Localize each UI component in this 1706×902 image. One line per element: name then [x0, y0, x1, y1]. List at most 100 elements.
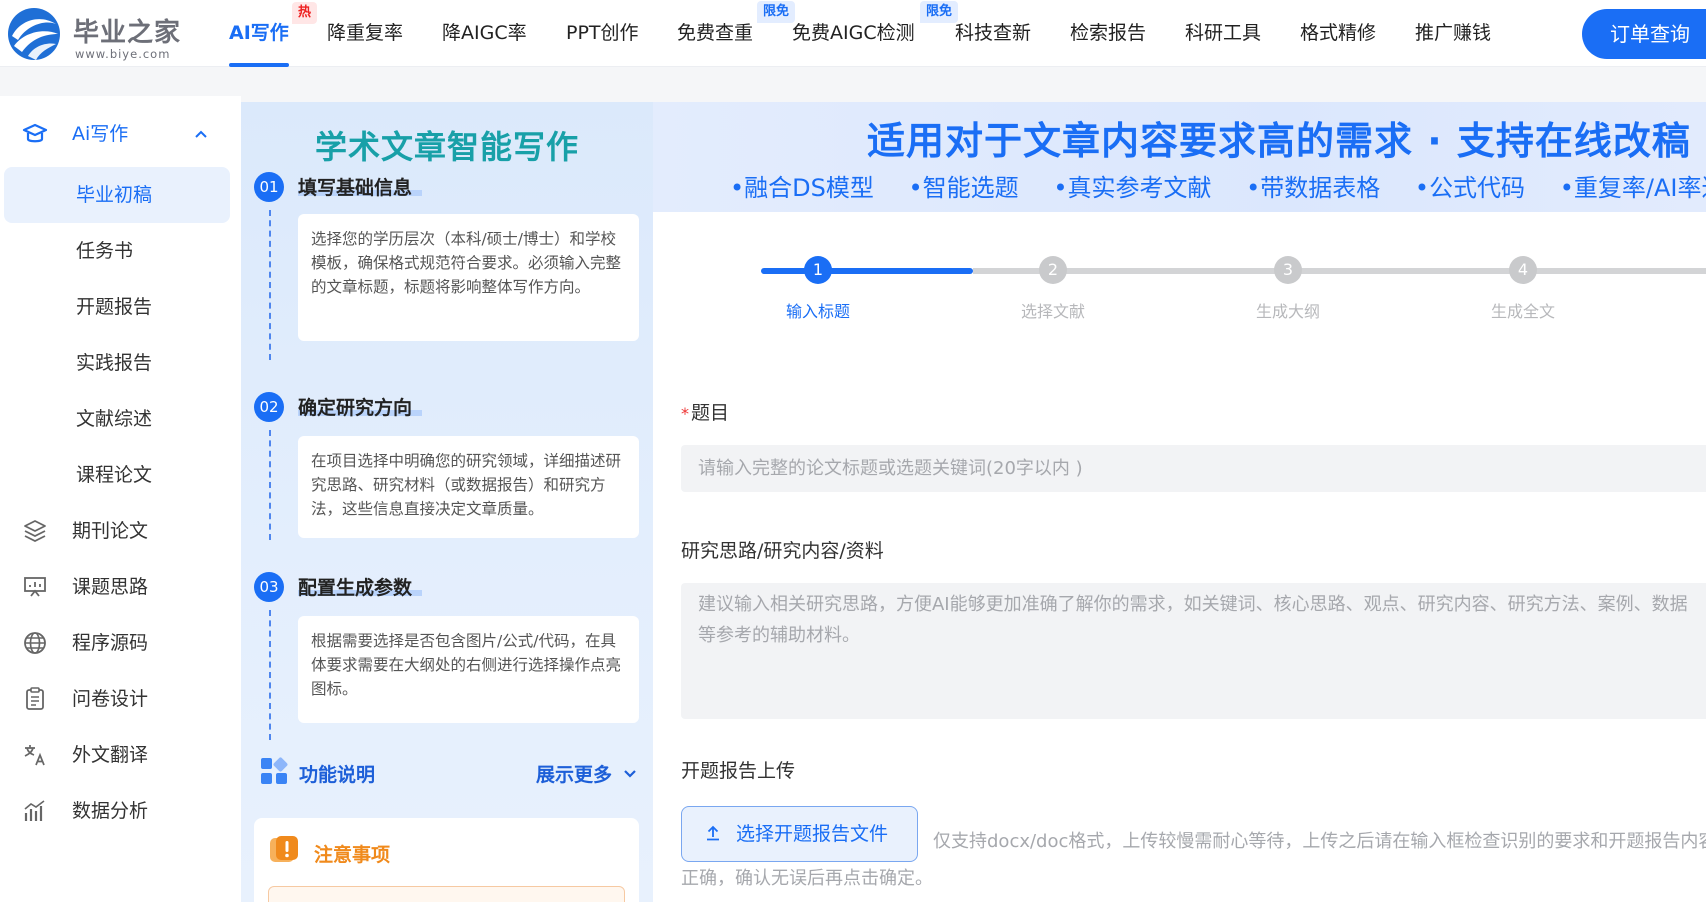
sidebar-label: 问卷设计	[72, 688, 149, 710]
nav-ppt[interactable]: PPT创作	[566, 0, 639, 67]
notice-content-box	[268, 886, 625, 902]
notice-title: 注意事项	[314, 844, 391, 866]
step-label-fulltext: 生成全文	[1490, 302, 1555, 321]
step-description: 在项目选择中明确您的研究领域，详细描述研究思路、研究材料（或数据报告）和研究方法…	[298, 436, 639, 538]
nav-novelty-search[interactable]: 科技查新	[955, 0, 1031, 67]
step-label-title: 输入标题	[785, 302, 850, 321]
order-query-button[interactable]: 订单查询	[1582, 9, 1706, 59]
sidebar-label: 数据分析	[72, 800, 149, 822]
sidebar-ai-writing-group[interactable]: Ai写作	[0, 106, 241, 162]
nav-reduce-aigc[interactable]: 降AIGC率	[442, 0, 527, 67]
step-dot-2: 2	[1039, 256, 1067, 284]
graduation-cap-icon	[22, 123, 48, 143]
nav-search-report[interactable]: 检索报告	[1070, 0, 1146, 67]
warning-icon	[270, 836, 298, 862]
nav-free-aigc-check[interactable]: 免费AIGC检测	[792, 0, 915, 67]
feature-item: •融合DS模型	[730, 174, 874, 202]
upload-icon	[707, 825, 719, 841]
show-more-link[interactable]: 展示更多	[536, 760, 612, 787]
step-number: 01	[254, 172, 284, 202]
guide-title: 学术文章智能写作	[314, 128, 579, 166]
free-badge-aigc: 限免	[920, 1, 959, 23]
nav-active-indicator	[229, 63, 289, 67]
feature-item: •重复率/AI率达标	[1559, 174, 1706, 202]
progress-done-segment	[761, 268, 973, 274]
step-connector	[269, 610, 271, 740]
sidebar-item-literature-review[interactable]: 文献综述	[0, 391, 241, 447]
step-title: 配置生成参数	[298, 577, 413, 599]
step-label-references: 选择文献	[1020, 302, 1085, 321]
feature-item: •智能选题	[908, 174, 1019, 202]
step-description: 根据需要选择是否包含图片/公式/代码，在具体要求需要在大纲处的右侧进行选择操作点…	[298, 616, 639, 723]
feature-item: •公式代码	[1414, 174, 1526, 202]
research-textarea[interactable]: 建议输入相关研究思路，方便AI能够更加准确了解你的需求，如关键词、核心思路、观点…	[681, 583, 1706, 719]
sidebar-item-translation[interactable]: 外文翻译	[0, 727, 241, 783]
step-connector	[269, 210, 271, 360]
step-dot-3: 3	[1274, 256, 1302, 284]
progress-pending-segment	[973, 268, 1706, 274]
nav-research-tools[interactable]: 科研工具	[1185, 0, 1261, 67]
sidebar: Ai写作 毕业初稿 任务书 开题报告 实践报告 文献综述 课程论文 期刊论文 课…	[0, 96, 241, 902]
title-input[interactable]: 请输入完整的论文标题或选题关键词(20字以内 )	[681, 445, 1706, 492]
step-title: 确定研究方向	[298, 397, 413, 419]
sidebar-item-source-code[interactable]: 程序源码	[0, 615, 241, 671]
feature-item: •真实参考文献	[1053, 174, 1212, 202]
logo[interactable]: 毕业之家 www.biye.com	[6, 6, 206, 62]
required-mark: *	[681, 404, 689, 423]
title-field-label: * 题目	[681, 398, 729, 425]
step-number: 03	[254, 572, 284, 602]
upload-button-label: 选择开题报告文件	[736, 823, 889, 845]
step-description: 选择您的学历层次（本科/硕士/博士）和学校模板，确保格式规范符合要求。必须输入完…	[298, 214, 639, 341]
hot-badge: 热	[292, 2, 318, 24]
step-dot-1: 1	[804, 256, 832, 284]
banner-title: 适用对于文章内容要求高的需求 · 支持在线改稿	[867, 119, 1691, 163]
brand-name: 毕业之家	[73, 18, 182, 48]
main-content: 适用对于文章内容要求高的需求 · 支持在线改稿 •融合DS模型 •智能选题 •真…	[653, 102, 1706, 902]
chevron-up-icon	[195, 130, 207, 138]
writing-guide-panel: 学术文章智能写作 01 填写基础信息 选择您的学历层次（本科/硕士/博士）和学校…	[241, 102, 653, 902]
brand-url: www.biye.com	[75, 47, 171, 61]
step-connector	[269, 430, 271, 540]
nav-reduce-duplicate[interactable]: 降重复率	[327, 0, 403, 67]
sidebar-item-task-book[interactable]: 任务书	[0, 223, 241, 279]
sidebar-group-label: Ai写作	[72, 123, 129, 145]
step-dot-4: 4	[1509, 256, 1537, 284]
step-title: 填写基础信息	[298, 177, 413, 199]
banner-feature-list: •融合DS模型 •智能选题 •真实参考文献 •带数据表格 •公式代码 •重复率/…	[730, 168, 1706, 203]
sidebar-item-first-draft[interactable]: 毕业初稿	[4, 167, 230, 223]
presentation-board-icon	[24, 577, 46, 597]
nav-ai-writing[interactable]: AI写作	[229, 0, 289, 67]
sidebar-label: 课题思路	[72, 576, 149, 598]
sidebar-item-practice-report[interactable]: 实践报告	[0, 335, 241, 391]
sidebar-item-data-analysis[interactable]: 数据分析	[0, 783, 241, 839]
sidebar-item-proposal[interactable]: 开题报告	[0, 279, 241, 335]
title-label-text: 题目	[691, 402, 730, 424]
chevron-down-icon[interactable]	[622, 766, 638, 782]
sidebar-label: 外文翻译	[72, 744, 149, 766]
notice-card: 注意事项	[254, 818, 639, 902]
apps-grid-icon	[261, 757, 288, 784]
logo-globe-icon	[8, 8, 60, 60]
sidebar-item-questionnaire[interactable]: 问卷设计	[0, 671, 241, 727]
clipboard-icon	[26, 687, 44, 710]
nav-format-polish[interactable]: 格式精修	[1300, 0, 1376, 67]
step-label-outline: 生成大纲	[1255, 302, 1320, 321]
function-description-title: 功能说明	[299, 764, 376, 786]
sidebar-item-topic-ideas[interactable]: 课题思路	[0, 559, 241, 615]
bar-chart-icon	[24, 800, 45, 821]
sidebar-label: 期刊论文	[72, 520, 149, 542]
sidebar-item-journal-paper[interactable]: 期刊论文	[0, 503, 241, 559]
upload-proposal-button[interactable]: 选择开题报告文件	[681, 806, 918, 862]
translate-icon	[24, 745, 45, 766]
layers-icon	[24, 520, 46, 543]
sidebar-label: 程序源码	[72, 632, 149, 654]
step-number: 02	[254, 392, 284, 422]
globe-icon	[24, 632, 46, 654]
nav-referral[interactable]: 推广赚钱	[1415, 0, 1491, 67]
nav-free-check[interactable]: 免费查重	[677, 0, 753, 67]
feature-item: •带数据表格	[1246, 174, 1381, 202]
research-field-label: 研究思路/研究内容/资料	[681, 540, 884, 562]
feature-banner: 适用对于文章内容要求高的需求 · 支持在线改稿 •融合DS模型 •智能选题 •真…	[653, 102, 1706, 212]
free-badge-check: 限免	[757, 1, 796, 23]
sidebar-item-course-paper[interactable]: 课程论文	[0, 447, 241, 503]
